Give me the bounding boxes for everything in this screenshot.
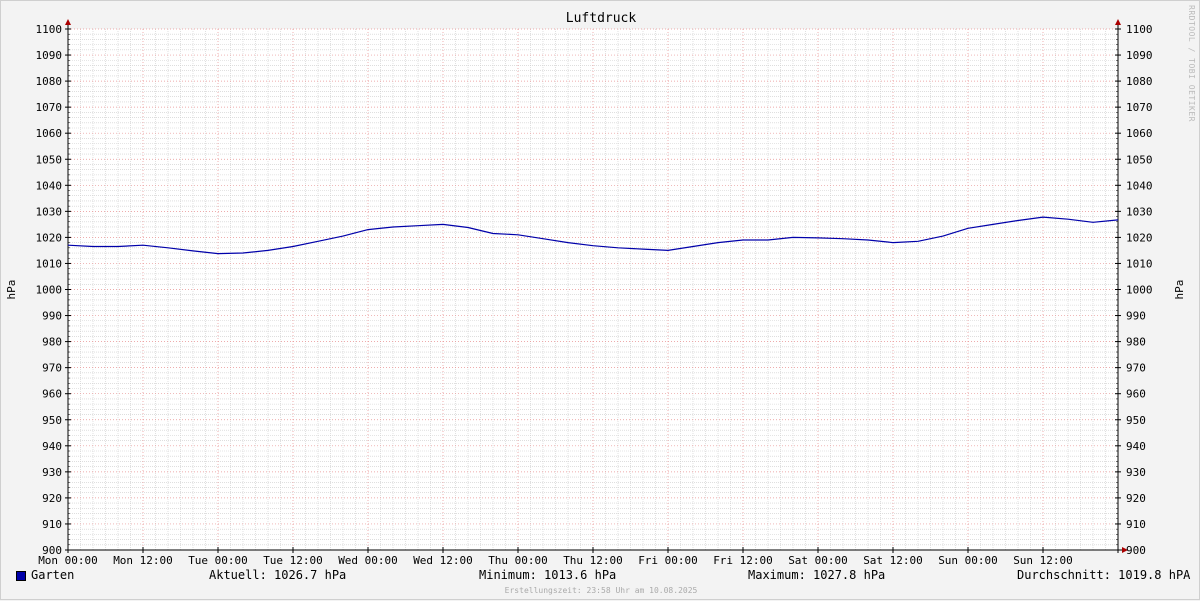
y-tick-label-right: 1020 <box>1126 231 1153 244</box>
x-tick-label: Tue 12:00 <box>263 554 323 567</box>
legend-current: Aktuell: 1026.7 hPa <box>209 568 347 582</box>
y-tick-label-left: 1090 <box>36 49 63 62</box>
x-tick-label: Wed 12:00 <box>413 554 473 567</box>
y-tick-label-right: 1030 <box>1126 205 1153 218</box>
x-tick-label: Sat 00:00 <box>788 554 848 567</box>
y-axis-label-right: hPa <box>1173 280 1186 300</box>
x-tick-label: Sun 12:00 <box>1013 554 1073 567</box>
y-tick-label-right: 950 <box>1126 414 1146 427</box>
x-tick-label: Thu 00:00 <box>488 554 548 567</box>
x-tick-label: Mon 00:00 <box>38 554 98 567</box>
y-tick-label-right: 1010 <box>1126 257 1153 270</box>
y-tick-label-right: 940 <box>1126 440 1146 453</box>
y-tick-label-right: 990 <box>1126 310 1146 323</box>
y-tick-label-right: 1050 <box>1126 153 1153 166</box>
y-tick-label-left: 1010 <box>36 257 63 270</box>
y-tick-label-right: 970 <box>1126 362 1146 375</box>
y-tick-label-right: 1080 <box>1126 75 1153 88</box>
y-tick-label-left: 920 <box>42 492 62 505</box>
legend-maximum: Maximum: 1027.8 hPa <box>748 568 886 582</box>
x-tick-label: Sun 00:00 <box>938 554 998 567</box>
y-tick-label-left: 1060 <box>36 127 63 140</box>
y-tick-label-right: 1040 <box>1126 179 1153 192</box>
y-tick-label-right: 1060 <box>1126 127 1153 140</box>
x-tick-label: Wed 00:00 <box>338 554 398 567</box>
y-tick-label-right: 960 <box>1126 388 1146 401</box>
footer-timestamp: Erstellungszeit: 23:58 Uhr am 10.08.2025 <box>504 586 698 595</box>
chart-canvas: 900 900910 910920 920930 930940 940950 950960 9… <box>5 19 1186 567</box>
x-tick-label: Thu 12:00 <box>563 554 623 567</box>
y-tick-label-left: 990 <box>42 310 62 323</box>
legend-average: Durchschnitt: 1019.8 hPA <box>1017 568 1191 582</box>
y-tick-label-left: 1050 <box>36 153 63 166</box>
y-tick-label-right: 900 <box>1126 544 1146 557</box>
x-tick-label: Fri 00:00 <box>638 554 698 567</box>
y-tick-label-right: 1070 <box>1126 101 1153 114</box>
y-tick-label-left: 980 <box>42 336 62 349</box>
x-tick-label: Sat 12:00 <box>863 554 923 567</box>
y-tick-label-left: 1020 <box>36 231 63 244</box>
x-tick-label: Tue 00:00 <box>188 554 248 567</box>
y-tick-label-left: 950 <box>42 414 62 427</box>
watermark: RRDTOOL / TOBI OETIKER <box>1187 5 1196 122</box>
y-tick-label-left: 1080 <box>36 75 63 88</box>
y-tick-label-right: 910 <box>1126 518 1146 531</box>
legend-swatch-garten <box>16 571 26 581</box>
y-tick-label-left: 940 <box>42 440 62 453</box>
chart-window: 900 900 910 910 920 920 930 930 940 940 950 950 960 9… <box>0 0 1200 600</box>
y-tick-label-right: 1000 <box>1126 284 1153 297</box>
y-tick-label-right: 920 <box>1126 492 1146 505</box>
y-tick-label-left: 910 <box>42 518 62 531</box>
y-axis-label-left: hPa <box>5 280 18 300</box>
y-tick-label-right: 1090 <box>1126 49 1153 62</box>
y-tick-label-left: 970 <box>42 362 62 375</box>
y-tick-label-left: 1000 <box>36 284 63 297</box>
y-tick-label-right: 930 <box>1126 466 1146 479</box>
x-tick-label: Fri 12:00 <box>713 554 773 567</box>
legend-series-label: Garten <box>31 568 75 582</box>
y-tick-label-left: 1070 <box>36 101 63 114</box>
x-tick-label: Mon 12:00 <box>113 554 173 567</box>
y-tick-label-left: 1030 <box>36 205 63 218</box>
y-tick-label-left: 960 <box>42 388 62 401</box>
y-tick-label-right: 980 <box>1126 336 1146 349</box>
legend-minimum: Minimum: 1013.6 hPa <box>479 568 617 582</box>
chart-title: Luftdruck <box>565 11 637 26</box>
y-tick-label-left: 930 <box>42 466 62 479</box>
y-tick-label-left: 1040 <box>36 179 63 192</box>
